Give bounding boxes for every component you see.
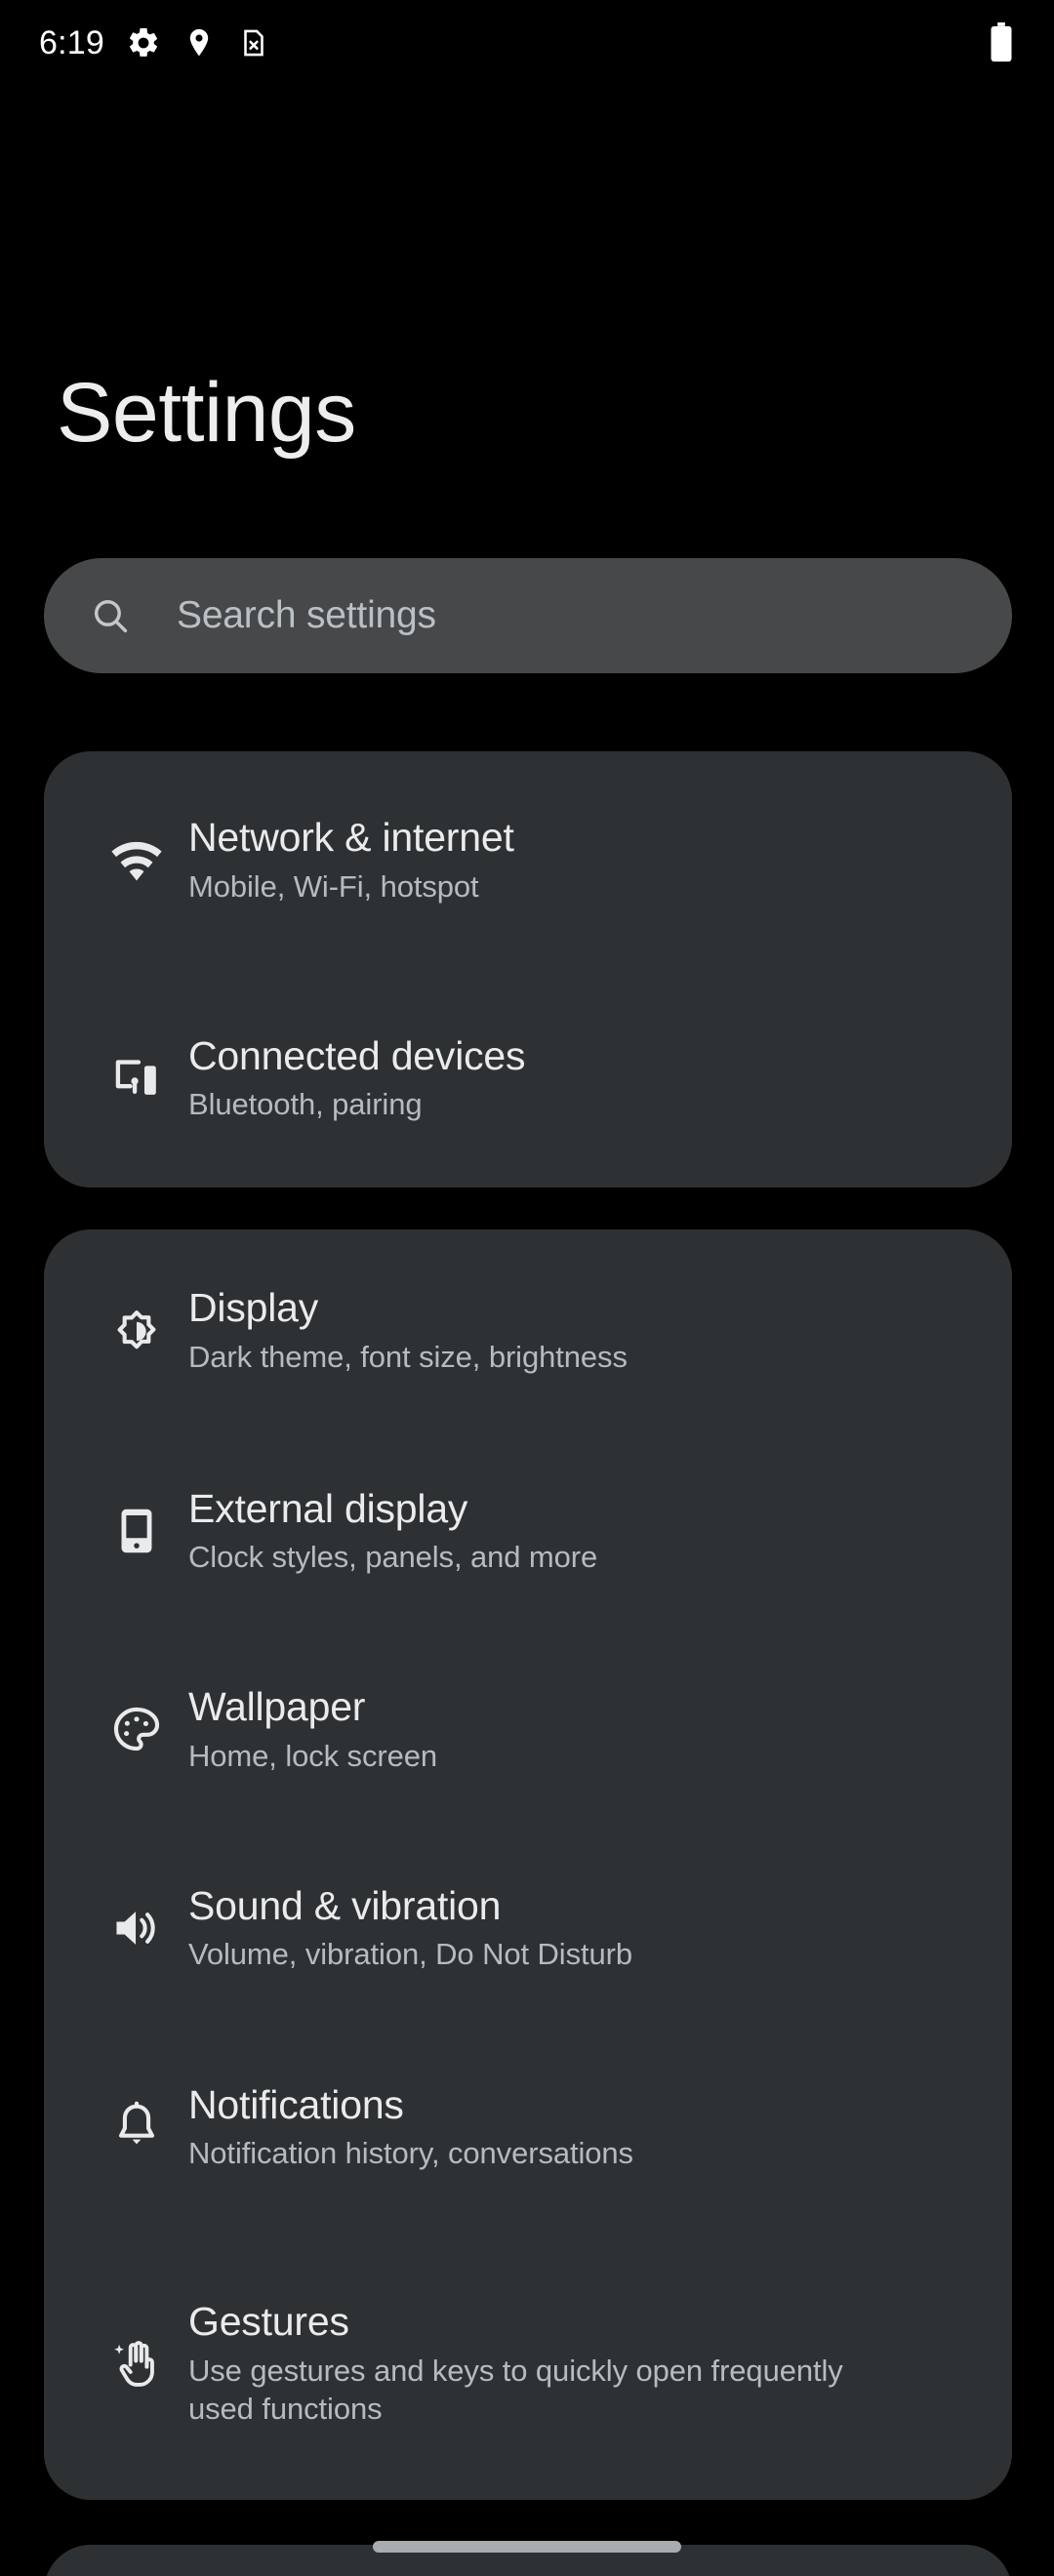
settings-row-text: External display Clock styles, panels, a… — [188, 1485, 597, 1577]
search-settings-bar[interactable]: Search settings — [44, 558, 1012, 673]
home-gesture-pill[interactable] — [373, 2541, 681, 2553]
settings-row-subtitle: Use gestures and keys to quickly open fr… — [188, 2353, 843, 2427]
settings-row-gestures[interactable]: Gestures Use gestures and keys to quickl… — [44, 2227, 1012, 2500]
settings-card-network: Network & internet Mobile, Wi-Fi, hotspo… — [44, 751, 1012, 1187]
settings-row-title: Sound & vibration — [188, 1882, 502, 1928]
settings-row-subtitle: Home, lock screen — [188, 1738, 438, 1773]
settings-row-title: Connected devices — [188, 1032, 526, 1078]
connected-devices-icon — [95, 1036, 179, 1120]
settings-row-subtitle: Notification history, conversations — [188, 2136, 633, 2171]
settings-row-title: Gestures — [188, 2299, 349, 2345]
settings-row-subtitle: Dark theme, font size, brightness — [188, 1339, 628, 1374]
settings-row-text: Network & internet Mobile, Wi-Fi, hotspo… — [188, 814, 514, 906]
external-display-icon — [95, 1489, 179, 1573]
search-icon — [89, 594, 132, 637]
search-input[interactable]: Search settings — [177, 594, 436, 637]
settings-row-title: Display — [188, 1285, 319, 1331]
settings-row-network-internet[interactable]: Network & internet Mobile, Wi-Fi, hotspo… — [44, 751, 1012, 969]
settings-row-text: Notifications Notification history, conv… — [188, 2081, 633, 2173]
settings-row-subtitle: Bluetooth, pairing — [188, 1087, 423, 1122]
status-bar-left: 6:19 — [39, 24, 270, 62]
status-bar: 6:19 — [0, 0, 1054, 86]
settings-row-title: Wallpaper — [188, 1684, 366, 1730]
status-bar-clock: 6:19 — [39, 23, 104, 61]
settings-row-notifications[interactable]: Notifications Notification history, conv… — [44, 2028, 1012, 2227]
settings-row-subtitle: Clock styles, panels, and more — [188, 1540, 598, 1575]
settings-row-subtitle: Mobile, Wi-Fi, hotspot — [188, 868, 479, 904]
bell-icon — [95, 2085, 179, 2169]
settings-row-external-display[interactable]: External display Clock styles, panels, a… — [44, 1431, 1012, 1630]
settings-row-text: Connected devices Bluetooth, pairing — [188, 1032, 526, 1124]
settings-row-title: Network & internet — [188, 815, 514, 861]
status-bar-right — [988, 22, 1015, 63]
settings-row-text: Gestures Use gestures and keys to quickl… — [188, 2298, 872, 2429]
settings-row-text: Wallpaper Home, lock screen — [188, 1683, 437, 1775]
gestures-hand-icon — [95, 2321, 179, 2405]
settings-row-text: Sound & vibration Volume, vibration, Do … — [188, 1882, 632, 1974]
brightness-icon — [95, 1289, 179, 1373]
sim-card-off-icon — [237, 26, 270, 60]
settings-row-text: Display Dark theme, font size, brightnes… — [188, 1284, 628, 1376]
settings-row-sound-vibration[interactable]: Sound & vibration Volume, vibration, Do … — [44, 1829, 1012, 2028]
settings-screen: 6:19 Settings Search settings Network & … — [0, 0, 1054, 2576]
settings-card-display: Display Dark theme, font size, brightnes… — [44, 1229, 1012, 2500]
settings-row-title: Notifications — [188, 2081, 404, 2127]
settings-row-title: External display — [188, 1485, 468, 1531]
battery-full-icon — [988, 22, 1015, 63]
volume-up-icon — [95, 1886, 179, 1970]
settings-row-connected-devices[interactable]: Connected devices Bluetooth, pairing — [44, 969, 1012, 1187]
settings-row-wallpaper[interactable]: Wallpaper Home, lock screen — [44, 1630, 1012, 1829]
page-title: Settings — [57, 366, 356, 460]
settings-row-subtitle: Volume, vibration, Do Not Disturb — [188, 1937, 633, 1972]
location-pin-icon — [182, 26, 216, 60]
palette-icon — [95, 1688, 179, 1772]
gear-icon — [126, 25, 161, 60]
wifi-icon — [95, 819, 179, 903]
settings-row-display[interactable]: Display Dark theme, font size, brightnes… — [44, 1229, 1012, 1431]
